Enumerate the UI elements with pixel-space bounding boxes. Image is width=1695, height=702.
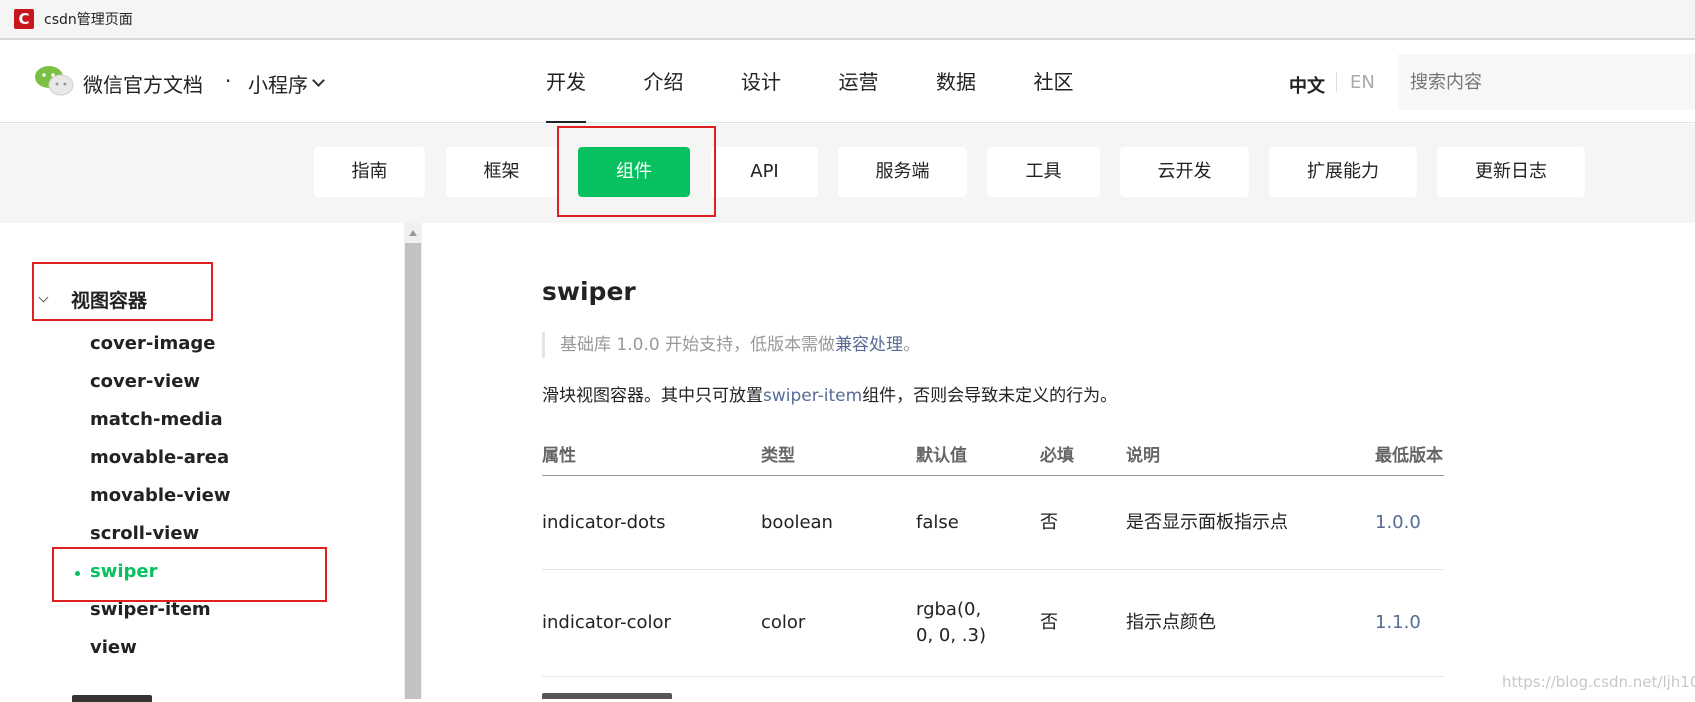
brand-title[interactable]: 微信官方文档 — [83, 69, 203, 98]
nav-item-intro[interactable]: 介绍 — [644, 42, 742, 123]
cell-min-version-link[interactable]: 1.1.0 — [1375, 610, 1421, 636]
cell-description: 是否显示面板指示点 — [1126, 512, 1288, 533]
tab-framework[interactable]: 框架 — [446, 147, 557, 197]
tab-api[interactable]: API — [711, 147, 818, 197]
cell-default: rgba(0, 0, 0, .3) — [916, 599, 986, 646]
sidebar-item-view[interactable]: view — [90, 637, 137, 658]
scroll-up-arrow-icon[interactable] — [409, 230, 417, 236]
page-title: swiper — [542, 277, 636, 306]
sidebar-item-scroll-view[interactable]: scroll-view — [90, 523, 199, 544]
nav-item-operation[interactable]: 运营 — [839, 42, 937, 123]
main-content: swiper 基础库 1.0.0 开始支持，低版本需做兼容处理。 滑块视图容器。… — [422, 223, 1695, 699]
sub-nav: 指南 框架 组件 API 服务端 工具 云开发 扩展能力 更新日志 — [0, 124, 1695, 223]
table-header: 属性 类型 默认值 必填 说明 最低版本 — [542, 423, 1444, 476]
watermark: https://blog.csdn.net/ljh101 — [1502, 673, 1695, 691]
sidebar-item-cover-view[interactable]: cover-view — [90, 371, 200, 392]
wechat-logo-icon[interactable] — [34, 64, 74, 98]
th-attribute: 属性 — [542, 446, 576, 466]
cell-type: color — [761, 612, 806, 633]
product-label: 小程序 — [248, 73, 308, 97]
version-note-text: 基础库 1.0.0 开始支持，低版本需做 — [560, 335, 836, 355]
th-type: 类型 — [761, 446, 795, 466]
desc-suffix: 组件，否则会导致未定义的行为。 — [862, 386, 1118, 406]
th-required: 必填 — [1040, 446, 1074, 466]
tab-guide[interactable]: 指南 — [314, 147, 425, 197]
top-nav: 开发 介绍 设计 运营 数据 社区 — [546, 42, 1131, 123]
cell-default: false — [916, 512, 959, 533]
sidebar-item-movable-area[interactable]: movable-area — [90, 447, 229, 468]
cell-attribute: indicator-dots — [542, 512, 666, 533]
tab-server[interactable]: 服务端 — [838, 147, 967, 197]
tab-extensions[interactable]: 扩展能力 — [1269, 147, 1417, 197]
version-note: 基础库 1.0.0 开始支持，低版本需做兼容处理。 — [542, 332, 920, 358]
cell-attribute: indicator-color — [542, 612, 671, 633]
nav-item-develop[interactable]: 开发 — [546, 42, 644, 123]
tab-cloud[interactable]: 云开发 — [1120, 147, 1249, 197]
cell-required: 否 — [1040, 612, 1058, 633]
sidebar-item-cover-image[interactable]: cover-image — [90, 333, 216, 354]
tab-tools[interactable]: 工具 — [987, 147, 1100, 197]
sidebar-item-movable-view[interactable]: movable-view — [90, 485, 230, 506]
search-input[interactable] — [1398, 54, 1695, 110]
highlight-box-section — [32, 262, 213, 321]
sidebar-scrollbar[interactable] — [404, 223, 422, 699]
highlight-box-swiper — [52, 547, 327, 602]
cell-type: boolean — [761, 512, 833, 533]
cell-min-version-link[interactable]: 1.0.0 — [1375, 510, 1421, 536]
swiper-item-link[interactable]: swiper-item — [763, 386, 862, 406]
table-row: indicator-color color rgba(0, 0, 0, .3) … — [542, 570, 1444, 677]
csdn-app-icon: C — [14, 9, 34, 29]
sidebar-item-match-media[interactable]: match-media — [90, 409, 223, 430]
sidebar-next-section-partial — [72, 692, 172, 702]
desc-text: 滑块视图容器。其中只可放置 — [542, 386, 763, 406]
table-row-partial — [542, 691, 742, 699]
cell-description: 指示点颜色 — [1126, 612, 1216, 633]
version-note-suffix: 。 — [903, 335, 921, 355]
product-selector[interactable]: 小程序 — [248, 69, 325, 98]
th-description: 说明 — [1126, 446, 1160, 466]
window-title: csdn管理页面 — [44, 12, 133, 28]
lang-divider — [1336, 72, 1337, 92]
tab-changelog[interactable]: 更新日志 — [1437, 147, 1585, 197]
brand-separator: · — [225, 69, 232, 93]
site-header: 微信官方文档 · 小程序 开发 介绍 设计 运营 数据 社区 中文 EN — [0, 42, 1695, 123]
highlight-box-tab — [557, 126, 716, 217]
nav-item-community[interactable]: 社区 — [1034, 42, 1132, 123]
table-row: indicator-dots boolean false 否 是否显示面板指示点… — [542, 476, 1444, 570]
nav-item-design[interactable]: 设计 — [741, 42, 839, 123]
window-titlebar: C csdn管理页面 — [0, 0, 1695, 40]
lang-english[interactable]: EN — [1350, 72, 1375, 93]
component-description: 滑块视图容器。其中只可放置swiper-item组件，否则会导致未定义的行为。 — [542, 381, 1117, 406]
nav-item-data[interactable]: 数据 — [936, 42, 1034, 123]
th-min-version: 最低版本 — [1375, 446, 1443, 466]
chevron-down-icon — [312, 74, 325, 87]
compat-link[interactable]: 兼容处理 — [835, 335, 903, 355]
cell-required: 否 — [1040, 512, 1058, 533]
lang-chinese[interactable]: 中文 — [1289, 72, 1325, 98]
scrollbar-thumb[interactable] — [405, 243, 421, 699]
th-default: 默认值 — [916, 446, 967, 466]
sidebar-item-swiper-item[interactable]: swiper-item — [90, 599, 211, 620]
